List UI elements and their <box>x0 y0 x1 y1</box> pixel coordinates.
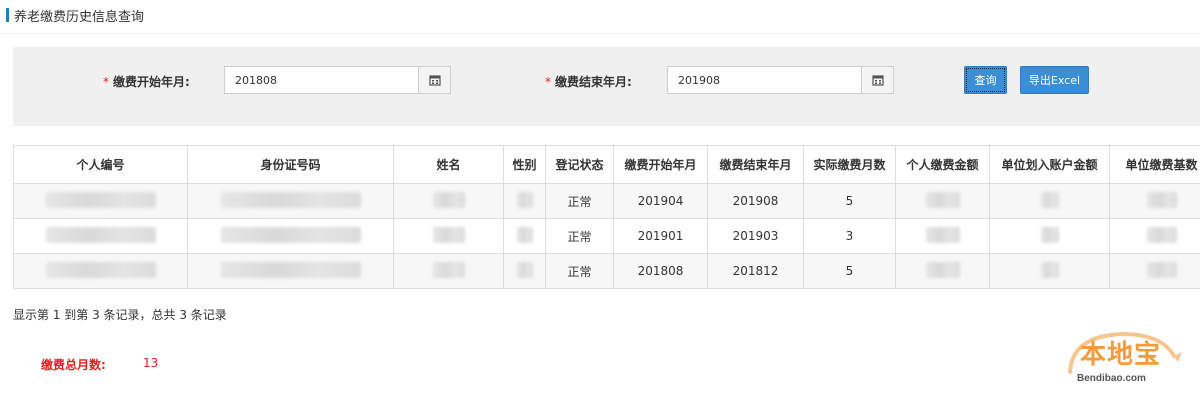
redacted-cell <box>989 218 1110 254</box>
end-month-value[interactable]: 201908 <box>668 74 861 87</box>
redacted-cell <box>1109 253 1200 289</box>
required-mark: * <box>103 75 109 89</box>
redacted-cell <box>187 218 394 254</box>
calendar-icon[interactable] <box>861 67 893 93</box>
end-month-cell: 201812 <box>707 253 804 289</box>
redacted-cell <box>1109 183 1200 219</box>
col-header[interactable]: 实际缴费月数 <box>803 145 896 184</box>
end-month-label-text: 缴费结束年月: <box>555 75 632 89</box>
redacted-cell <box>895 218 990 254</box>
col-header[interactable]: 身份证号码 <box>187 145 394 184</box>
redacted-cell <box>187 183 394 219</box>
start-month-label: * 缴费开始年月: <box>103 73 190 90</box>
status-cell: 正常 <box>545 218 614 254</box>
status-cell: 正常 <box>545 183 614 219</box>
redacted-cell <box>13 218 188 254</box>
redacted-cell <box>13 183 188 219</box>
redacted-cell <box>989 183 1110 219</box>
col-header[interactable]: 性别 <box>503 145 546 184</box>
redacted-cell <box>1109 218 1200 254</box>
col-header[interactable]: 个人缴费金额 <box>895 145 990 184</box>
total-months-label: 缴费总月数: <box>41 358 106 372</box>
start-month-field[interactable]: 201808 <box>224 66 451 94</box>
title-accent-bar <box>6 8 9 22</box>
search-panel: * 缴费开始年月: 201808 * 缴费结束年月: 201908 查询 导出Exc… <box>13 47 1200 126</box>
pagination-summary: 显示第 1 到第 3 条记录，总共 3 条记录 <box>13 308 227 322</box>
total-months-value: 13 <box>143 356 159 370</box>
redacted-cell <box>503 183 546 219</box>
table-row[interactable]: 正常 201904 201908 5 <box>13 183 1200 219</box>
table-header-row: 个人编号 身份证号码 姓名 性别 登记状态 缴费开始年月 缴费结束年月 实际缴费… <box>13 145 1200 184</box>
redacted-cell <box>393 253 504 289</box>
col-header[interactable]: 姓名 <box>393 145 504 184</box>
col-header[interactable]: 单位缴费基数 <box>1109 145 1200 184</box>
redacted-cell <box>895 183 990 219</box>
end-month-field[interactable]: 201908 <box>667 66 894 94</box>
watermark-url: Bendibao.com <box>1077 373 1146 384</box>
start-month-label-text: 缴费开始年月: <box>113 75 190 89</box>
redacted-cell <box>895 253 990 289</box>
months-cell: 5 <box>803 183 896 219</box>
table-row[interactable]: 正常 201808 201812 5 <box>13 253 1200 289</box>
status-cell: 正常 <box>545 253 614 289</box>
calendar-icon[interactable] <box>418 67 450 93</box>
required-mark: * <box>545 75 551 89</box>
end-month-label: * 缴费结束年月: <box>545 73 632 90</box>
end-month-cell: 201903 <box>707 218 804 254</box>
redacted-cell <box>187 253 394 289</box>
col-header[interactable]: 单位划入账户金额 <box>989 145 1110 184</box>
export-excel-button[interactable]: 导出Excel <box>1020 66 1089 94</box>
header-divider <box>0 33 1200 34</box>
col-header[interactable]: 缴费结束年月 <box>707 145 804 184</box>
redacted-cell <box>989 253 1110 289</box>
redacted-cell <box>503 253 546 289</box>
page-header: 养老缴费历史信息查询 <box>6 6 145 25</box>
months-cell: 3 <box>803 218 896 254</box>
redacted-cell <box>393 183 504 219</box>
watermark-text: 本地宝 <box>1080 340 1162 370</box>
end-month-cell: 201908 <box>707 183 804 219</box>
col-header[interactable]: 登记状态 <box>545 145 614 184</box>
months-cell: 5 <box>803 253 896 289</box>
redacted-cell <box>393 218 504 254</box>
start-month-value[interactable]: 201808 <box>225 74 418 87</box>
col-header[interactable]: 缴费开始年月 <box>613 145 708 184</box>
page-title: 养老缴费历史信息查询 <box>14 9 145 25</box>
query-button[interactable]: 查询 <box>964 66 1007 94</box>
start-month-cell: 201901 <box>613 218 708 254</box>
redacted-cell <box>13 253 188 289</box>
table-row[interactable]: 正常 201901 201903 3 <box>13 218 1200 254</box>
start-month-cell: 201904 <box>613 183 708 219</box>
col-header[interactable]: 个人编号 <box>13 145 188 184</box>
redacted-cell <box>503 218 546 254</box>
start-month-cell: 201808 <box>613 253 708 289</box>
contribution-table: 个人编号 身份证号码 姓名 性别 登记状态 缴费开始年月 缴费结束年月 实际缴费… <box>13 145 1200 289</box>
